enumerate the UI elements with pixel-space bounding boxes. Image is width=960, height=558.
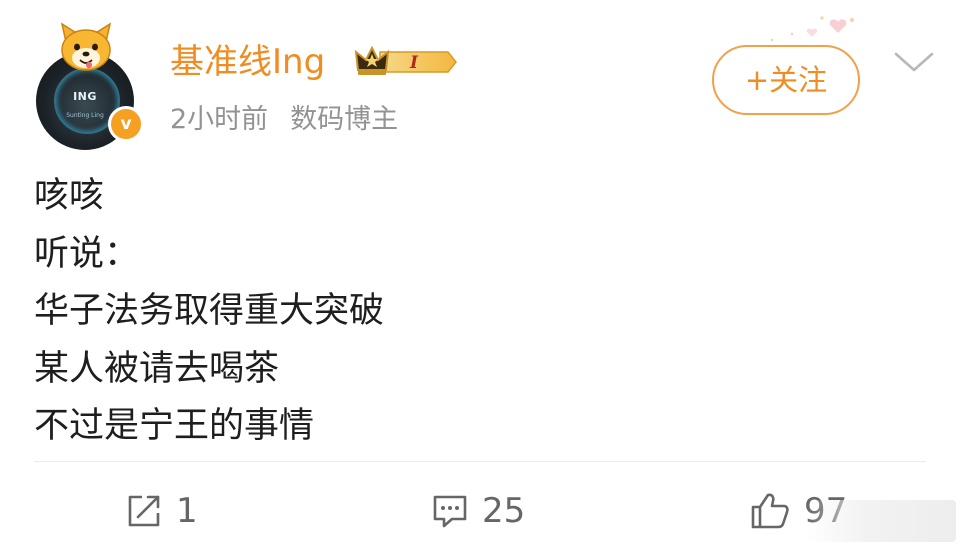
content-line: 听说： <box>34 233 140 274</box>
repost-count: 1 <box>176 491 198 531</box>
verified-badge-icon: v <box>108 106 144 142</box>
author-source-tag: 数码博主 <box>290 104 399 135</box>
content-line: 华子法务取得重大突破 <box>34 291 385 331</box>
follow-button[interactable]: +关注 <box>712 45 860 115</box>
post-content: 咳咳 听说： 华子法务取得重大突破 某人被请去喝茶 不过是宁王的事情 <box>34 168 914 456</box>
thumbs-up-icon <box>751 493 789 529</box>
divider <box>34 461 926 462</box>
repost-icon <box>128 495 160 527</box>
vip-crown-badge[interactable]: I <box>352 42 460 82</box>
content-line: 某人被请去喝茶 <box>34 348 280 389</box>
repost-button[interactable]: 1 <box>124 487 198 535</box>
comment-button[interactable]: 25 <box>430 487 525 535</box>
avatar-logo-text: ING <box>73 90 97 103</box>
content-line: 不过是宁王的事情 <box>34 406 315 446</box>
watermark-overlay <box>806 500 956 542</box>
chevron-down-icon[interactable] <box>892 46 936 76</box>
dog-avatar-pendant-icon <box>60 22 112 71</box>
comment-icon <box>433 495 467 528</box>
avatar[interactable]: ING Sunting Ling v <box>34 20 144 150</box>
post-meta: 2小时前 数码博主 <box>170 100 398 140</box>
author-name[interactable]: 基准线Ing <box>170 40 325 84</box>
weibo-post-card: ING Sunting Ling v 基准线Ing I 2小时前 数码博主 +关… <box>0 0 960 558</box>
comment-count: 25 <box>482 491 526 531</box>
post-time: 2小时前 <box>170 104 269 135</box>
content-line: 咳咳 <box>34 176 105 216</box>
vip-level-label: I <box>409 53 419 73</box>
